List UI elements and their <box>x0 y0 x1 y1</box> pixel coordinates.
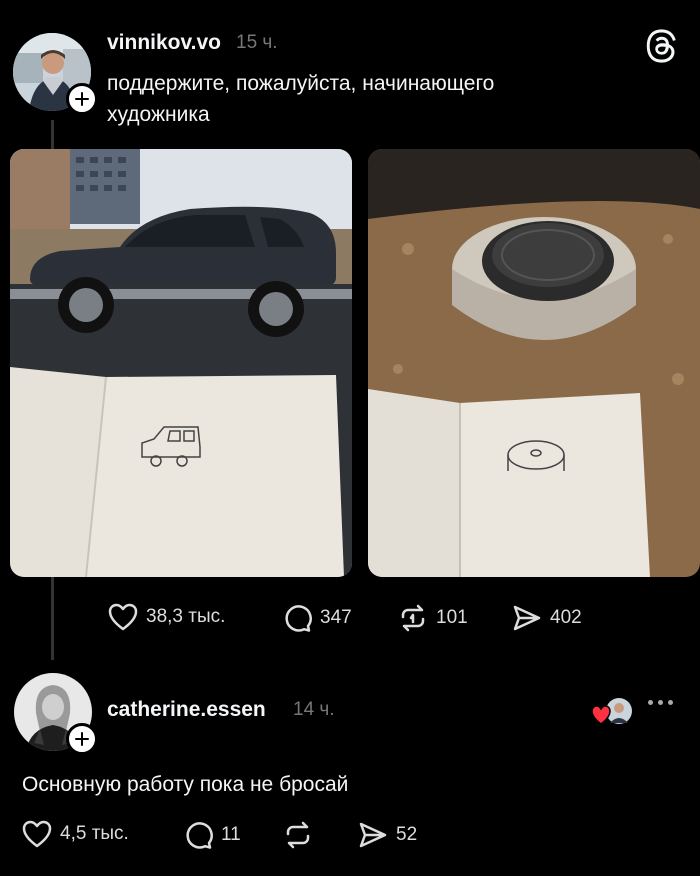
post-photo-car[interactable] <box>10 149 352 577</box>
reply-repost-button[interactable] <box>283 820 313 850</box>
reply-text: Основную работу пока не бросай <box>22 773 349 796</box>
post-username[interactable]: vinnikov.vo <box>107 31 221 55</box>
threads-logo-icon[interactable] <box>646 28 678 69</box>
liked-by-author-badge <box>591 697 632 727</box>
post-comment-count: 347 <box>320 607 352 628</box>
share-icon <box>513 605 541 631</box>
reply-share-count: 52 <box>396 824 418 845</box>
post-like-count: 38,3 тыс. <box>146 606 226 627</box>
reply-comment-button[interactable]: 11 <box>183 820 241 850</box>
post-time: 15 ч. <box>236 32 278 53</box>
comment-icon <box>285 605 312 632</box>
reply-time: 14 ч. <box>293 699 335 720</box>
repost-icon <box>401 604 425 632</box>
reply-follow-plus-icon[interactable] <box>66 723 98 755</box>
follow-plus-icon[interactable] <box>66 83 98 115</box>
reply-comment-count: 11 <box>221 824 241 845</box>
reply-like-count: 4,5 тыс. <box>60 823 129 844</box>
comment-icon <box>186 822 213 849</box>
reply-username[interactable]: catherine.essen <box>107 698 266 722</box>
post-share-button[interactable]: 402 <box>512 603 582 633</box>
repost-icon <box>286 821 310 849</box>
post-repost-count: 101 <box>436 607 468 628</box>
post-share-count: 402 <box>550 607 582 628</box>
post-text-line1: поддержите, пожалуйста, начинающего <box>107 72 495 95</box>
more-icon[interactable] <box>648 700 673 705</box>
reply-like-button[interactable]: 4,5 тыс. <box>22 820 129 848</box>
post-photo-manhole[interactable] <box>368 149 700 577</box>
share-icon <box>359 822 387 848</box>
post-text: поддержите, пожалуйста, начинающего худо… <box>107 68 494 130</box>
post-text-line2: художника <box>107 103 210 126</box>
post-repost-button[interactable]: 101 <box>398 603 468 633</box>
heart-icon <box>22 820 52 848</box>
post-comment-button[interactable]: 347 <box>282 603 352 633</box>
heart-icon <box>108 603 138 631</box>
post-like-button[interactable]: 38,3 тыс. <box>108 603 225 631</box>
reply-share-button[interactable]: 52 <box>358 820 417 850</box>
